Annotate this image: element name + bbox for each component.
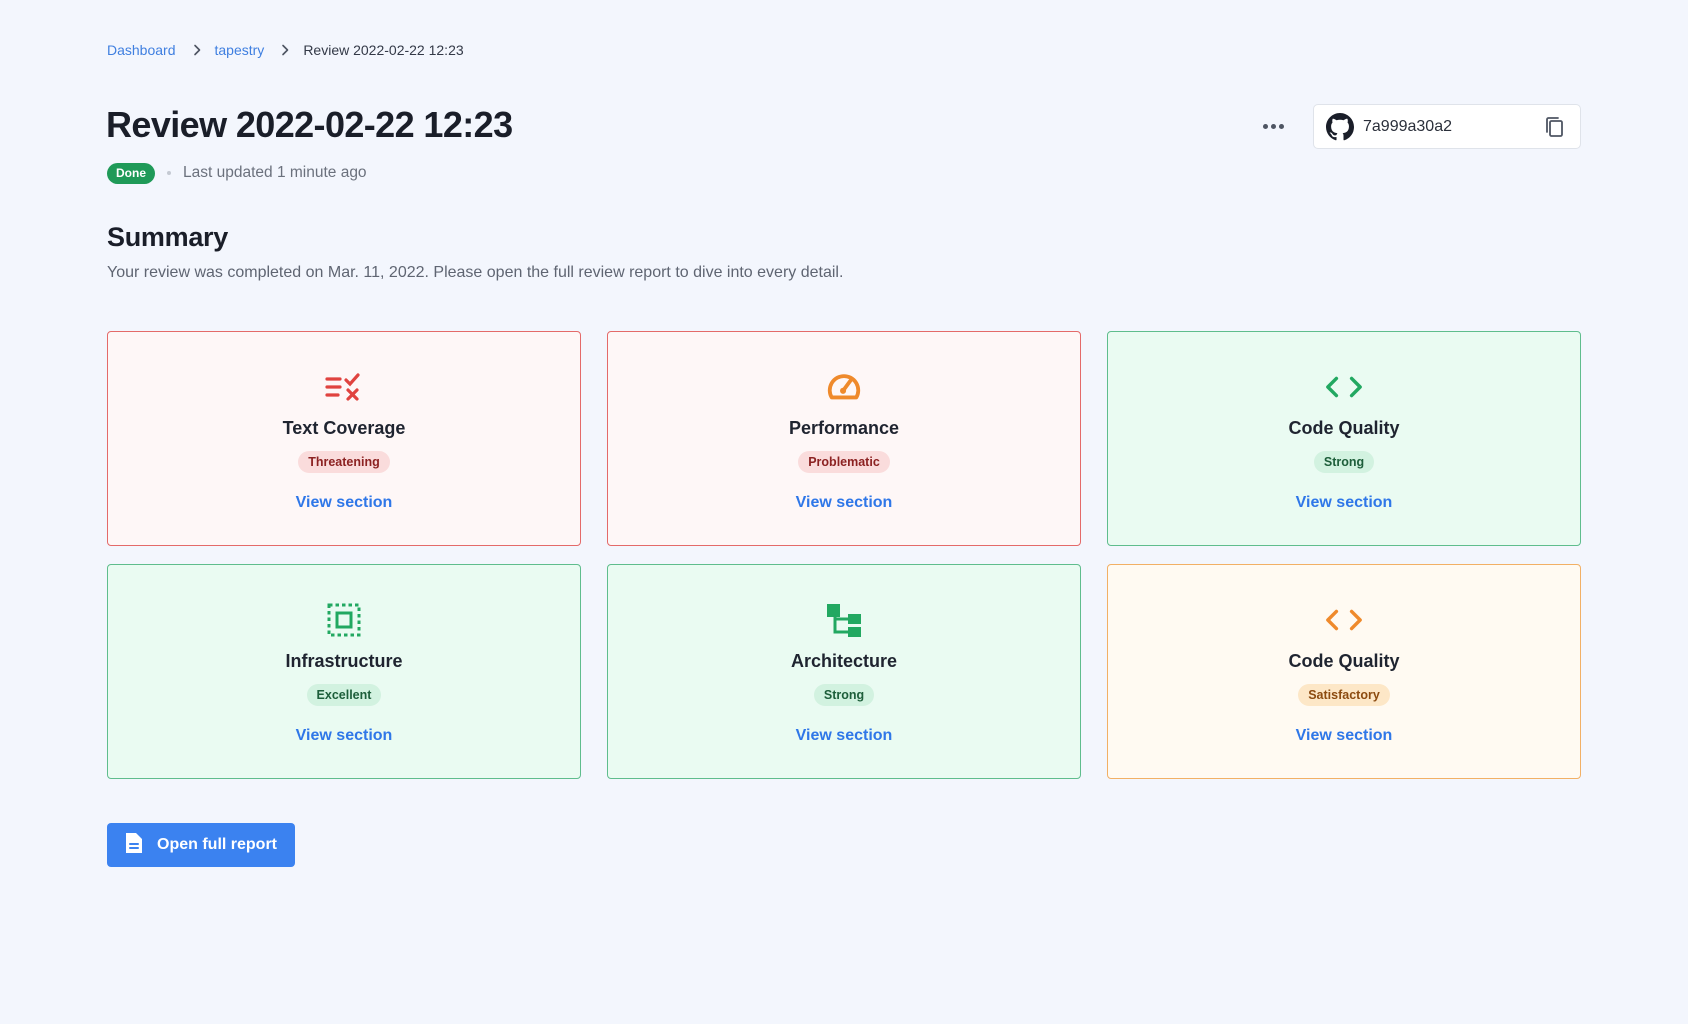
card-title: Infrastructure	[285, 651, 403, 671]
card-code-quality-2: Code Quality Satisfactory View section	[1107, 564, 1581, 779]
card-infrastructure: Infrastructure Excellent View section	[107, 564, 581, 779]
card-title: Text Coverage	[282, 418, 406, 438]
dot	[1270, 123, 1276, 129]
rating-badge: Strong	[1313, 451, 1375, 473]
chevron-right-icon	[281, 44, 289, 56]
rating-badge: Strong	[813, 684, 875, 706]
dot	[1262, 123, 1268, 129]
breadcrumb-link-tapestry[interactable]: tapestry	[215, 42, 265, 58]
last-updated-text: Last updated 1 minute ago	[183, 164, 367, 181]
commit-hash-box: 7a999a30a2	[1313, 104, 1581, 149]
chip-icon	[325, 601, 363, 639]
view-section-link[interactable]: View section	[796, 494, 893, 512]
card-architecture: Architecture Strong View section	[607, 564, 1081, 779]
card-code-quality: Code Quality Strong View section	[1107, 331, 1581, 546]
status-badge: Done	[107, 162, 155, 184]
view-section-link[interactable]: View section	[1296, 494, 1393, 512]
rating-badge: Excellent	[306, 684, 382, 706]
card-performance: Performance Problematic View section	[607, 331, 1081, 546]
dot	[1278, 123, 1284, 129]
card-title: Architecture	[790, 651, 898, 671]
view-section-link[interactable]: View section	[796, 727, 893, 745]
review-meta: Done Last updated 1 minute ago	[107, 162, 367, 184]
page-title: Review 2022-02-22 12:23	[106, 104, 513, 145]
chevron-right-icon	[193, 44, 201, 56]
rating-badge: Satisfactory	[1298, 684, 1390, 706]
rating-badge: Threatening	[298, 451, 390, 473]
copy-icon[interactable]	[1540, 113, 1568, 141]
speedometer-icon	[825, 368, 863, 406]
github-icon	[1326, 112, 1354, 141]
hierarchy-icon	[825, 601, 863, 639]
checklist-icon	[325, 368, 363, 406]
separator-dot	[167, 171, 171, 175]
breadcrumb: Dashboard tapestry Review 2022-02-22 12:…	[107, 40, 464, 60]
card-title: Code Quality	[1288, 651, 1400, 671]
card-title: Code Quality	[1288, 418, 1400, 438]
breadcrumb-current: Review 2022-02-22 12:23	[303, 42, 464, 58]
review-page: Dashboard tapestry Review 2022-02-22 12:…	[0, 0, 1688, 1024]
breadcrumb-link-dashboard[interactable]: Dashboard	[107, 42, 176, 58]
summary-title: Summary	[107, 222, 228, 252]
more-options-button[interactable]	[1259, 112, 1287, 140]
card-title: Performance	[788, 418, 900, 438]
rating-badge: Problematic	[798, 451, 890, 473]
view-section-link[interactable]: View section	[296, 727, 393, 745]
section-cards: Text Coverage Threatening View section P…	[107, 331, 1581, 779]
code-icon	[1325, 368, 1363, 406]
open-full-report-button[interactable]: Open full report	[107, 823, 295, 867]
view-section-link[interactable]: View section	[296, 494, 393, 512]
view-section-link[interactable]: View section	[1296, 727, 1393, 745]
card-text-coverage: Text Coverage Threatening View section	[107, 331, 581, 546]
summary-text: Your review was completed on Mar. 11, 20…	[107, 264, 844, 281]
commit-hash: 7a999a30a2	[1363, 117, 1452, 135]
code-icon	[1325, 601, 1363, 639]
document-icon	[123, 831, 145, 860]
open-full-report-label: Open full report	[157, 836, 277, 853]
